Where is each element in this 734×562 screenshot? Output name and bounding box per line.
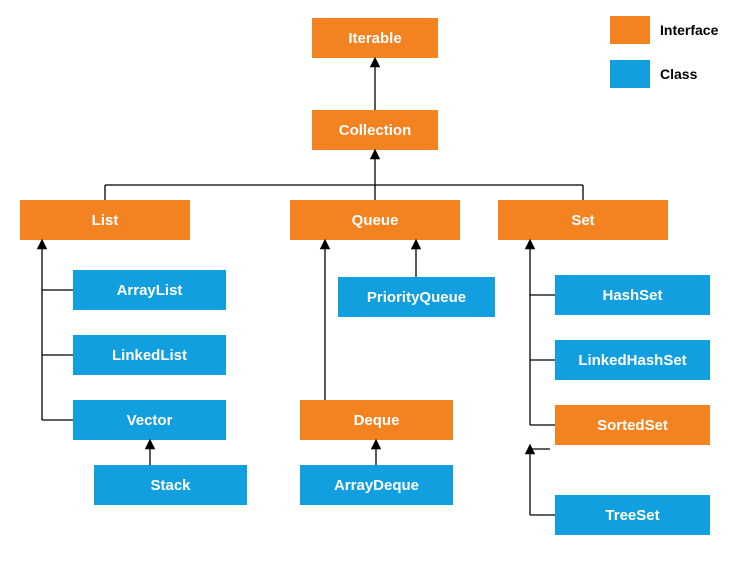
node-vector: Vector xyxy=(73,400,226,440)
node-list: List xyxy=(20,200,190,240)
node-arraydeque: ArrayDeque xyxy=(300,465,453,505)
node-label: Vector xyxy=(127,412,173,429)
node-linkedhashset: LinkedHashSet xyxy=(555,340,710,380)
node-collection: Collection xyxy=(312,110,438,150)
node-label: List xyxy=(92,212,119,229)
legend-class-swatch xyxy=(610,60,650,88)
node-treeset: TreeSet xyxy=(555,495,710,535)
node-label: Iterable xyxy=(348,30,401,47)
node-label: Stack xyxy=(150,477,190,494)
node-label: Collection xyxy=(339,122,412,139)
node-deque: Deque xyxy=(300,400,453,440)
node-set: Set xyxy=(498,200,668,240)
node-label: HashSet xyxy=(602,287,662,304)
node-arraylist: ArrayList xyxy=(73,270,226,310)
legend-interface-label: Interface xyxy=(660,22,718,38)
node-label: PriorityQueue xyxy=(367,289,466,306)
node-label: Set xyxy=(571,212,594,229)
node-queue: Queue xyxy=(290,200,460,240)
legend-class-label: Class xyxy=(660,66,697,82)
node-sortedset: SortedSet xyxy=(555,405,710,445)
node-label: LinkedList xyxy=(112,347,187,364)
node-label: ArrayDeque xyxy=(334,477,419,494)
node-linkedlist: LinkedList xyxy=(73,335,226,375)
node-priorityqueue: PriorityQueue xyxy=(338,277,495,317)
node-stack: Stack xyxy=(94,465,247,505)
node-label: SortedSet xyxy=(597,417,668,434)
node-label: TreeSet xyxy=(605,507,659,524)
node-label: LinkedHashSet xyxy=(578,352,686,369)
node-label: Queue xyxy=(352,212,399,229)
node-iterable: Iterable xyxy=(312,18,438,58)
node-label: ArrayList xyxy=(117,282,183,299)
node-hashset: HashSet xyxy=(555,275,710,315)
legend-interface-swatch xyxy=(610,16,650,44)
node-label: Deque xyxy=(354,412,400,429)
